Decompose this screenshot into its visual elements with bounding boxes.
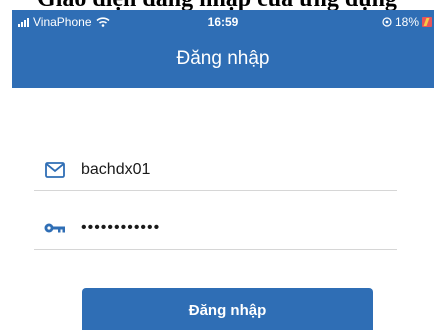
password-divider	[34, 249, 397, 250]
username-field[interactable]: bachdx01	[44, 148, 396, 192]
status-right: 18%	[382, 14, 432, 30]
password-field[interactable]: ••••••••••••	[44, 206, 396, 250]
app-header: VinaPhone 16:59 18% Đăng nhập	[12, 10, 434, 88]
status-bar: VinaPhone 16:59 18%	[12, 14, 434, 30]
page-title: Đăng nhập	[176, 48, 270, 69]
orientation-lock-icon	[382, 17, 392, 27]
username-divider	[34, 190, 397, 191]
login-screen: Giao diện đăng nhập của ứng dụng VinaPho…	[0, 0, 434, 330]
password-input[interactable]: ••••••••••••	[81, 219, 160, 237]
mail-icon	[44, 161, 66, 179]
key-icon	[44, 219, 66, 237]
username-input[interactable]: bachdx01	[81, 161, 150, 179]
battery-percent: 18%	[394, 15, 419, 29]
status-time: 16:59	[207, 15, 239, 29]
login-button[interactable]: Đăng nhập	[82, 288, 373, 330]
battery-icon	[422, 17, 432, 27]
